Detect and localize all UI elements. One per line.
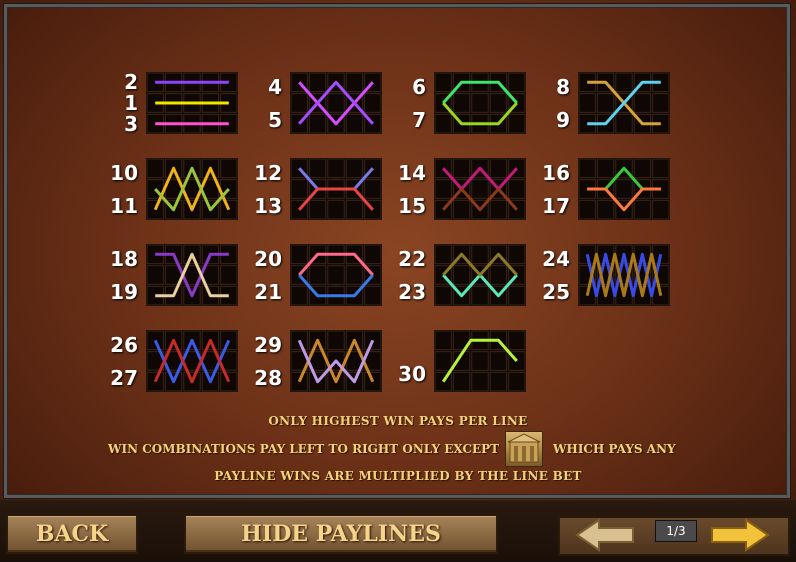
payline-number: 21 xyxy=(254,280,282,304)
payline-grid xyxy=(146,244,238,306)
prev-page-button[interactable] xyxy=(575,518,637,552)
payline-grid xyxy=(290,72,382,134)
payline-number: 18 xyxy=(110,247,138,271)
payline-grid xyxy=(290,158,382,220)
next-page-button[interactable] xyxy=(708,518,770,552)
payline-number: 10 xyxy=(110,161,138,185)
scatter-symbol-icon xyxy=(505,431,543,467)
payline-grid xyxy=(434,158,526,220)
payline-number: 9 xyxy=(556,108,570,132)
info-highest-win: ONLY HIGHEST WIN PAYS PER LINE xyxy=(268,414,528,428)
payline-number: 13 xyxy=(254,194,282,218)
back-button[interactable]: BACK xyxy=(6,514,138,554)
payline-grid xyxy=(146,158,238,220)
payline-number: 3 xyxy=(124,112,138,136)
payline-number: 24 xyxy=(542,247,570,271)
payline-grid xyxy=(578,244,670,306)
payline-grid xyxy=(434,330,526,392)
payline-number: 15 xyxy=(398,194,426,218)
info-pays-any: WHICH PAYS ANY xyxy=(553,442,676,456)
payline-grid xyxy=(578,72,670,134)
payline-number: 27 xyxy=(110,366,138,390)
payline-number: 28 xyxy=(254,366,282,390)
hide-paylines-button[interactable]: HIDE PAYLINES xyxy=(184,514,498,554)
payline-number: 8 xyxy=(556,75,570,99)
payline-number: 23 xyxy=(398,280,426,304)
payline-grid xyxy=(434,244,526,306)
payline-number: 14 xyxy=(398,161,426,185)
payline-grid xyxy=(146,330,238,392)
paytable-screen: 2 1 3 4 5 6 7 8 9 10 11 12 13 14 15 16 17 18 19 20 21 22 23 24 2… xyxy=(0,0,796,562)
payline-grid xyxy=(434,72,526,134)
payline-number: 30 xyxy=(398,362,426,386)
payline-grid xyxy=(578,158,670,220)
payline-number: 19 xyxy=(110,280,138,304)
payline-number: 16 xyxy=(542,161,570,185)
payline-number: 22 xyxy=(398,247,426,271)
payline-number: 4 xyxy=(268,75,282,99)
payline-number: 7 xyxy=(412,108,426,132)
info-left-to-right: WIN COMBINATIONS PAY LEFT TO RIGHT ONLY … xyxy=(108,442,500,456)
payline-number: 25 xyxy=(542,280,570,304)
payline-number: 6 xyxy=(412,75,426,99)
payline-number: 26 xyxy=(110,333,138,357)
payline-grid xyxy=(146,72,238,134)
payline-number: 2 xyxy=(124,70,138,94)
payline-grid xyxy=(290,330,382,392)
payline-number: 29 xyxy=(254,333,282,357)
info-multiplied: PAYLINE WINS ARE MULTIPLIED BY THE LINE … xyxy=(214,469,582,483)
arrow-right-icon xyxy=(711,518,770,552)
payline-number: 17 xyxy=(542,194,570,218)
payline-number: 5 xyxy=(268,108,282,132)
payline-number: 12 xyxy=(254,161,282,185)
arrow-left-icon xyxy=(575,518,634,552)
payline-number: 1 xyxy=(124,91,138,115)
page-indicator: 1/3 xyxy=(655,520,697,542)
payline-number: 20 xyxy=(254,247,282,271)
payline-grid xyxy=(290,244,382,306)
payline-number: 11 xyxy=(110,194,138,218)
